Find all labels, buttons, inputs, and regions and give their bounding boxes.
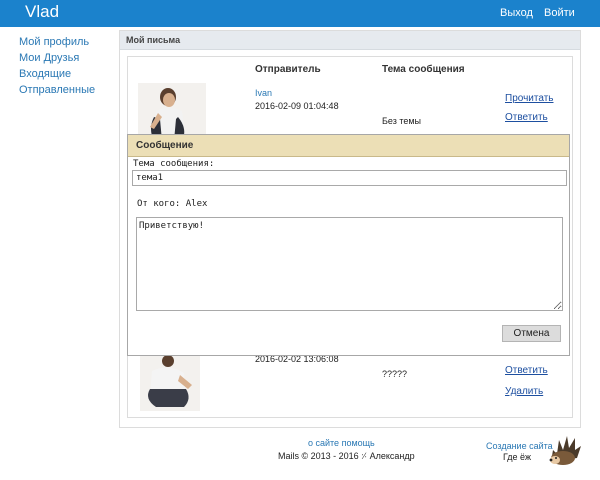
cancel-button[interactable]: Отмена [502, 325, 561, 342]
message-subject: Без темы [382, 116, 422, 126]
reply-link[interactable]: Ответить [505, 365, 548, 376]
sidebar-item-sent[interactable]: Отправленные [19, 84, 95, 96]
panel-header: Мой письма [120, 31, 580, 50]
sidebar-item-friends[interactable]: Мои Друзья [19, 52, 79, 64]
panel-title: Мой письма [126, 35, 181, 45]
sidebar-item-inbox[interactable]: Входящие [19, 68, 71, 80]
sender-name[interactable]: Ivan [255, 88, 272, 98]
brand-title[interactable]: Vlad [25, 2, 59, 22]
sidebar-item-profile[interactable]: Мой профиль [19, 36, 89, 48]
footer-where-text: Где ёж [503, 452, 532, 462]
sender-photo [140, 355, 200, 411]
read-link[interactable]: Прочитать [505, 93, 554, 104]
message-body-textarea[interactable]: Приветствую! [136, 217, 563, 311]
footer-about-link[interactable]: о сайте помощь [308, 438, 375, 448]
message-date: 2016-02-09 01:04:48 [255, 101, 339, 111]
hedgehog-logo [547, 432, 583, 468]
top-navbar: Vlad Выход Войти [0, 0, 600, 27]
subject-label: Тема сообщения: [133, 159, 215, 169]
dialog-title: Сообщение [136, 140, 194, 151]
reply-link[interactable]: Ответить [505, 112, 548, 123]
footer-create-link[interactable]: Создание сайта [486, 441, 553, 451]
message-subject: ????? [382, 369, 408, 379]
login-link[interactable]: Войти [544, 7, 575, 19]
footer-copyright: Mails © 2013 - 2016 ⸓ Александр [278, 451, 415, 461]
dialog-header[interactable]: Сообщение [128, 135, 569, 157]
delete-link[interactable]: Удалить [505, 386, 543, 397]
from-label: От кого: Alex [137, 199, 208, 209]
message-dialog: Сообщение Тема сообщения: От кого: Alex … [127, 134, 570, 356]
subject-input[interactable] [132, 170, 567, 186]
header-sender: Отправитель [255, 64, 321, 75]
logout-link[interactable]: Выход [500, 7, 533, 19]
header-subject: Тема сообщения [382, 64, 465, 75]
